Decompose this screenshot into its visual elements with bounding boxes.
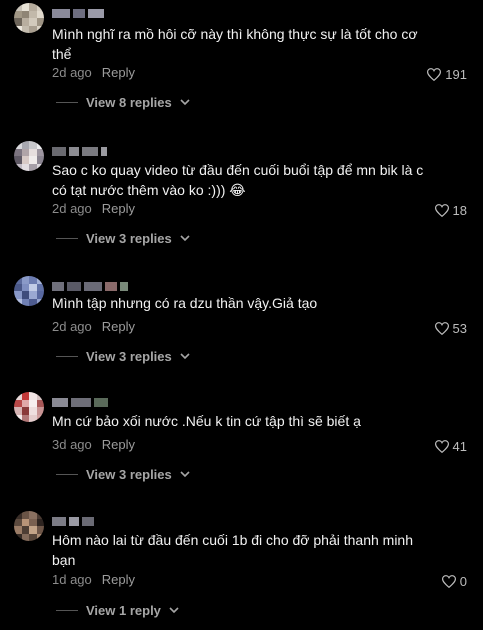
replies-divider xyxy=(56,102,78,103)
view-replies-button[interactable]: View 8 replies xyxy=(56,95,190,110)
like-button[interactable]: 41 xyxy=(434,439,467,454)
heart-icon xyxy=(434,440,449,453)
heart-icon xyxy=(434,322,449,335)
reply-button[interactable]: Reply xyxy=(102,319,135,334)
avatar[interactable] xyxy=(14,276,44,306)
avatar[interactable] xyxy=(14,392,44,422)
replies-divider xyxy=(56,610,78,611)
comment-time: 2d ago xyxy=(52,65,92,80)
reply-button[interactable]: Reply xyxy=(102,437,135,452)
comment-meta: 2d ago Reply xyxy=(52,201,135,216)
like-count: 53 xyxy=(452,321,467,336)
reply-button[interactable]: Reply xyxy=(102,201,135,216)
like-button[interactable]: 191 xyxy=(427,67,467,82)
comment-time: 1d ago xyxy=(52,572,92,587)
replies-divider xyxy=(56,238,78,239)
chevron-down-icon xyxy=(180,235,190,242)
comment-text: Mn cứ bảo xối nước .Nếu k tin cứ tập thì… xyxy=(52,413,361,429)
avatar[interactable] xyxy=(14,511,44,541)
chevron-down-icon xyxy=(180,471,190,478)
comment-text: Sao c ko quay video từ đầu đến cuối buổi… xyxy=(52,162,424,198)
username-blurred[interactable] xyxy=(52,516,94,526)
like-button[interactable]: 0 xyxy=(441,574,467,589)
view-replies-label: View 3 replies xyxy=(86,231,172,246)
view-replies-label: View 1 reply xyxy=(86,603,161,618)
like-count: 41 xyxy=(452,439,467,454)
comment-meta: 2d ago Reply xyxy=(52,319,135,334)
view-replies-button[interactable]: View 3 replies xyxy=(56,349,190,364)
username-blurred[interactable] xyxy=(52,146,107,156)
comment-text: Mình nghĩ ra mồ hôi cỡ này thì không thự… xyxy=(52,26,418,62)
comment-text: Hôm nào lai từ đầu đến cuối 1b đi cho đỡ… xyxy=(52,532,414,568)
username-blurred[interactable] xyxy=(52,397,108,407)
username-blurred[interactable] xyxy=(52,8,104,18)
view-replies-button[interactable]: View 3 replies xyxy=(56,231,190,246)
heart-icon xyxy=(434,204,449,217)
like-count: 191 xyxy=(445,67,467,82)
view-replies-label: View 3 replies xyxy=(86,467,172,482)
comment-text: Mình tập nhưng có ra dzu thần vậy.Giả tạ… xyxy=(52,295,318,311)
like-count: 0 xyxy=(459,574,467,589)
comment-meta: 1d ago Reply xyxy=(52,572,135,587)
chevron-down-icon xyxy=(180,99,190,106)
replies-divider xyxy=(56,356,78,357)
chevron-down-icon xyxy=(169,607,179,614)
heart-icon xyxy=(441,575,456,588)
like-button[interactable]: 53 xyxy=(434,321,467,336)
comment-meta: 2d ago Reply xyxy=(52,65,135,80)
comment-meta: 3d ago Reply xyxy=(52,437,135,452)
heart-icon xyxy=(427,68,442,81)
avatar[interactable] xyxy=(14,3,44,33)
view-replies-button[interactable]: View 1 reply xyxy=(56,603,179,618)
avatar[interactable] xyxy=(14,141,44,171)
comment-time: 2d ago xyxy=(52,201,92,216)
comment-time: 2d ago xyxy=(52,319,92,334)
like-button[interactable]: 18 xyxy=(434,203,467,218)
reply-button[interactable]: Reply xyxy=(102,572,135,587)
view-replies-label: View 8 replies xyxy=(86,95,172,110)
comment-time: 3d ago xyxy=(52,437,92,452)
chevron-down-icon xyxy=(180,353,190,360)
view-replies-label: View 3 replies xyxy=(86,349,172,364)
username-blurred[interactable] xyxy=(52,281,128,291)
reply-button[interactable]: Reply xyxy=(102,65,135,80)
view-replies-button[interactable]: View 3 replies xyxy=(56,467,190,482)
like-count: 18 xyxy=(452,203,467,218)
replies-divider xyxy=(56,474,78,475)
